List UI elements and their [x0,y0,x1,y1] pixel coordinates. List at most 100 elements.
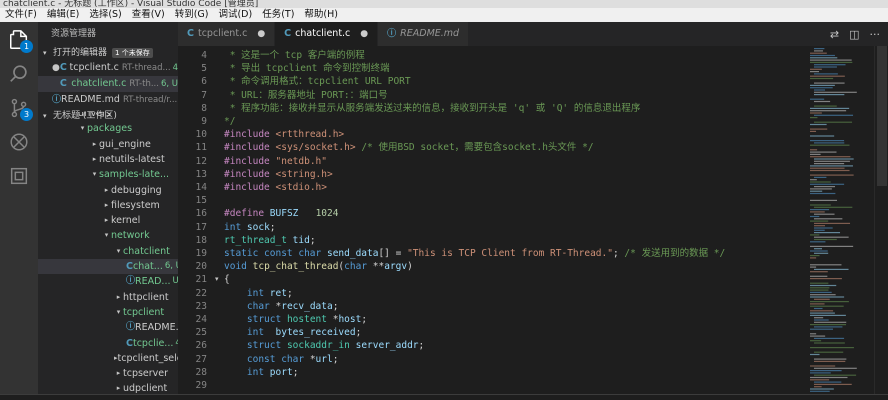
code-line: #include <string.h> [224,168,333,180]
tree-item[interactable]: drivers [38,112,178,121]
menu-item[interactable]: 文件(F) [0,8,42,22]
minimap-line [810,59,852,61]
c-file-icon: C [126,337,133,349]
tree-item-label: debugging [111,184,162,196]
open-editor-item[interactable]: ⓘ README.md RT-thread/r... [38,92,178,108]
tree-item[interactable]: ⓘREADME.m... [38,320,178,335]
tree-item[interactable]: ▸ filesystem [38,198,178,213]
editor-tab[interactable]: Ctcpclient.c ● [178,22,276,46]
open-changes-icon[interactable]: ⇄ [830,28,839,41]
code-line: char *recv_data; [246,300,339,312]
tree-item-label: packages [87,123,133,135]
editor-scrollbar[interactable] [874,46,888,400]
menu-item[interactable]: 编辑(E) [42,8,84,22]
open-editors-header[interactable]: ▾ 打开的编辑器 1 个未保存 [38,46,178,60]
menu-item[interactable]: 转到(G) [170,8,214,22]
code-editor[interactable]: * 这是一个 tcp 客户端的例程 * 导出 tcpclient 命令到控制终端… [224,46,804,400]
chevron-right-icon: ▸ [116,369,121,378]
minimap-line [810,130,817,132]
open-editor-name: chatclient.c [71,78,127,89]
minimap-line [810,278,842,280]
code-line: rt_thread_t tid; [224,234,316,246]
minimap-line [814,163,845,165]
tree-item[interactable]: ▾ chatclient [38,244,178,259]
explorer-badge: 1 [20,40,33,53]
tree-item[interactable]: ▸ netutils-latest [38,152,178,167]
c-file-icon: C [187,28,194,39]
menu-item[interactable]: 帮助(H) [299,8,343,22]
extensions-icon[interactable] [7,164,31,188]
minimap[interactable] [808,46,868,400]
tree-item[interactable]: ▾ samples-late... [38,167,178,182]
unsaved-dot-icon[interactable]: ● [360,22,368,46]
tree-item[interactable]: ⓘ READ... U [38,274,178,289]
unsaved-dot-icon[interactable]: ● [257,22,265,46]
line-number: 20 [195,261,207,273]
menu-item[interactable]: 查看(V) [127,8,170,22]
tree-item[interactable]: ▾ network [38,228,178,243]
tree-item[interactable]: ▸ gui_engine [38,137,178,152]
tree-item[interactable]: Ctcpclie...4 [38,336,178,351]
more-actions-icon[interactable]: ··· [870,28,881,41]
window-title: chatclient.c - 无标题 (工作区) - Visual Studio… [0,0,888,8]
info-file-icon: ⓘ [126,276,136,287]
tree-item[interactable]: ▸ kernel [38,213,178,228]
tree-item[interactable]: ▾ tcpclient [38,305,178,320]
line-number: 26 [195,340,207,352]
tree-item[interactable]: ▸ httpclient [38,290,178,305]
minimap-line [810,234,820,236]
c-file-icon: C [59,78,67,89]
search-icon[interactable] [7,62,31,86]
minimap-line [810,379,830,381]
open-editor-item[interactable]: Cchatclient.c RT-th... 6, U [38,76,178,92]
editor-tab[interactable]: Cchatclient.c ● [275,22,379,46]
code-line: { [224,274,230,286]
minimap-line [810,215,820,218]
chevron-down-icon: ▾ [92,170,97,179]
explorer-icon[interactable]: 1 [7,28,33,53]
minimap-line [810,174,854,176]
tree-item[interactable]: ▾ packages [38,121,178,136]
minimap-line [810,372,831,374]
line-number: 29 [195,380,207,391]
editor-tabs: Ctcpclient.c ● Cchatclient.c ● ⓘ README.md [178,22,888,46]
menu-item[interactable]: 任务(T) [257,8,299,22]
fold-chevron-icon[interactable]: ▾ [215,273,219,286]
open-editors-label: 打开的编辑器 [53,48,108,58]
open-editor-item[interactable]: ● Ctcpclient.c RT-thread... 4 [38,60,178,76]
minimap-line [810,123,827,126]
editor-tab[interactable]: ⓘ README.md [378,22,470,46]
tree-item[interactable]: ▸ tcpserver [38,366,178,381]
minimap-line [814,319,829,321]
debug-icon[interactable] [7,130,31,154]
code-line: */ [224,116,236,127]
split-editor-icon[interactable]: ◫ [849,28,859,41]
minimap-line [814,48,825,50]
open-editor-status: 6, U [160,79,178,89]
code-line: #include <stdio.h> [224,182,327,193]
minimap-line [810,347,854,349]
menu-item[interactable]: 调试(D) [213,8,257,22]
minimap-line [810,167,845,169]
minimap-line [810,183,845,185]
minimap-line [810,149,818,151]
line-number-gutter: 4 5 6 7 8 9 10 11 12 13 14 15 16 17 18 19 20 21 ▾ 22 23 24 25 2… [178,46,223,400]
line-number: 15 [195,195,207,207]
menu-bar: 文件(F) 编辑(E) 选择(S) 查看(V) 转到(G) 调试(D) 任务(T) 帮助(H) [0,8,888,22]
tree-item[interactable]: ▸ debugging [38,183,178,198]
line-number: 17 [195,221,207,233]
minimap-line [810,220,829,222]
minimap-line [810,255,820,257]
minimap-line [810,271,828,273]
minimap-line [810,135,835,137]
minimap-line [810,54,835,57]
tree-item[interactable]: Cchat...6, U [38,259,178,274]
chevron-down-icon: ▾ [43,49,47,57]
scrollbar-thumb[interactable] [877,46,887,186]
line-number: 4 [201,50,207,61]
code-line: struct hostent *host; [246,314,368,325]
source-control-icon[interactable]: 3 [7,96,33,121]
tree-item[interactable]: ▸tcpclient_sele... [38,351,178,366]
code-line: struct sockaddr_in server_addr; [246,340,425,352]
menu-item[interactable]: 选择(S) [84,8,126,22]
